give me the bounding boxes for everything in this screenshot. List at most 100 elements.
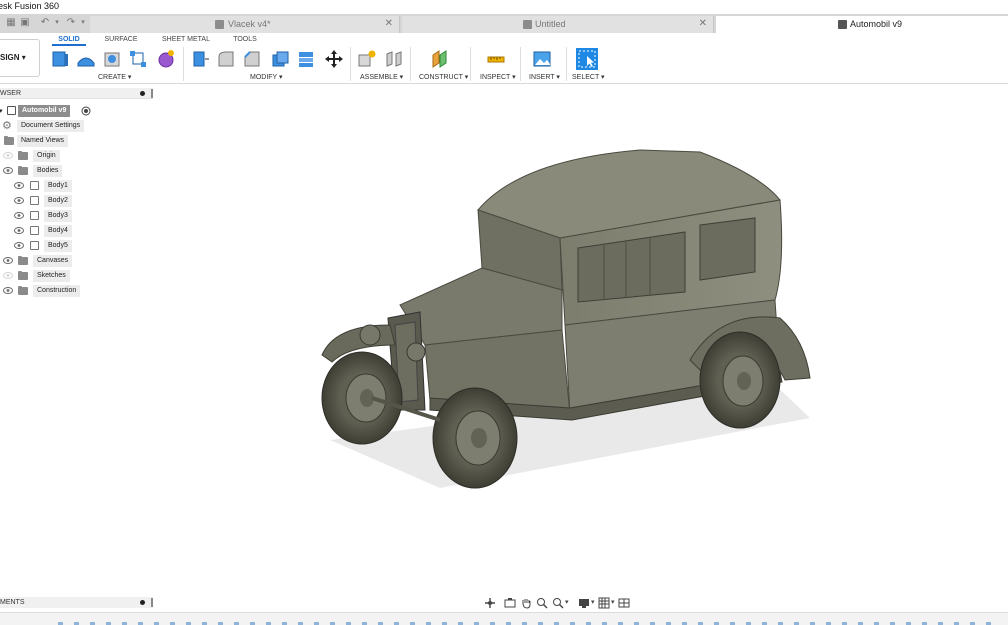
tree-item-origin[interactable]: Origin: [0, 150, 100, 162]
panel-pin-icon[interactable]: [151, 89, 153, 98]
body-icon: [30, 226, 39, 235]
insert-image-icon[interactable]: [532, 49, 552, 69]
activate-component-icon[interactable]: [81, 106, 91, 116]
tab-solid[interactable]: SOLID: [52, 34, 86, 46]
measure-icon[interactable]: [486, 49, 506, 69]
expand-arrow-icon[interactable]: ▾: [0, 107, 3, 115]
sketch-icon[interactable]: [128, 49, 148, 69]
move-icon[interactable]: [324, 49, 344, 69]
tree-label: Body4: [44, 225, 72, 237]
redo-dropdown-icon[interactable]: ▾: [76, 16, 90, 30]
tab-tools[interactable]: TOOLS: [228, 34, 262, 46]
panel-pin-icon[interactable]: [151, 598, 153, 607]
tree-label: Body3: [44, 210, 72, 222]
select-icon[interactable]: [576, 48, 598, 70]
chevron-down-icon[interactable]: ▾: [611, 598, 615, 606]
timeline[interactable]: [0, 612, 1008, 625]
construct-menu[interactable]: CONSTRUCT ▾: [419, 73, 468, 82]
offset-plane-icon[interactable]: [430, 49, 450, 69]
visibility-eye-icon[interactable]: [3, 257, 13, 264]
create-menu[interactable]: CREATE ▾: [98, 73, 131, 82]
component-icon: [7, 106, 16, 115]
visibility-eye-icon[interactable]: [3, 167, 13, 174]
viewports-icon[interactable]: [618, 597, 630, 609]
add-comment-icon[interactable]: [140, 600, 145, 605]
group-divider: [470, 47, 471, 81]
folder-icon: [18, 166, 28, 175]
canvas-viewport[interactable]: [155, 85, 1008, 595]
visibility-eye-icon[interactable]: [14, 197, 24, 204]
combine-icon[interactable]: [296, 49, 316, 69]
tree-item-document-settings[interactable]: ⚙ Document Settings: [0, 120, 100, 132]
joint-icon[interactable]: [384, 49, 404, 69]
display-settings-icon[interactable]: [578, 597, 590, 609]
visibility-eye-icon[interactable]: [14, 182, 24, 189]
tree-item-sketches[interactable]: Sketches: [0, 270, 100, 282]
tab-automobil[interactable]: Automobil v9: [716, 16, 1008, 33]
zoom-icon[interactable]: [552, 597, 564, 609]
orbit-icon[interactable]: [484, 597, 496, 609]
folder-icon: [4, 136, 14, 145]
revolve-icon[interactable]: [102, 49, 122, 69]
look-at-icon[interactable]: [504, 597, 516, 609]
chevron-down-icon[interactable]: ▾: [565, 598, 569, 606]
tab-untitled[interactable]: Untitled ✕: [402, 16, 714, 33]
tab-vlacek[interactable]: Vlacek v4* ✕: [90, 16, 400, 33]
close-icon[interactable]: ✕: [699, 16, 707, 32]
folder-icon: [18, 151, 28, 160]
app-title: esk Fusion 360: [0, 1, 60, 11]
insert-menu[interactable]: INSERT ▾: [529, 73, 560, 82]
tree-item-body[interactable]: Body2: [0, 195, 100, 207]
tab-sheet-metal[interactable]: SHEET METAL: [158, 34, 214, 46]
visibility-eye-icon[interactable]: [14, 242, 24, 249]
tree-item-named-views[interactable]: Named Views: [0, 135, 100, 147]
tree-item-body[interactable]: Body1: [0, 180, 100, 192]
tree-label: Body2: [44, 195, 72, 207]
shell-icon[interactable]: [270, 49, 290, 69]
tree-item-bodies[interactable]: Bodies: [0, 165, 100, 177]
tree-label: Body5: [44, 240, 72, 252]
new-component-assemble-icon[interactable]: [357, 49, 377, 69]
modify-menu[interactable]: MODIFY ▾: [250, 73, 283, 82]
grid-menu-icon[interactable]: ▦: [4, 16, 18, 30]
visibility-eye-icon[interactable]: [3, 287, 13, 294]
comments-panel-header[interactable]: MENTS: [0, 597, 153, 608]
form-icon[interactable]: [156, 49, 176, 69]
grid-settings-icon[interactable]: [598, 597, 610, 609]
press-pull-icon[interactable]: [190, 49, 210, 69]
design-file-icon: [215, 20, 224, 29]
fillet-icon[interactable]: [216, 49, 236, 69]
tree-item-construction[interactable]: Construction: [0, 285, 100, 297]
tree-item-canvases[interactable]: Canvases: [0, 255, 100, 267]
select-menu[interactable]: SELECT ▾: [572, 73, 605, 82]
new-component-icon[interactable]: [50, 49, 70, 69]
chevron-down-icon[interactable]: ▾: [591, 598, 595, 606]
tree-label: Bodies: [33, 165, 63, 177]
body-icon: [30, 241, 39, 250]
visibility-eye-icon[interactable]: [14, 227, 24, 234]
visibility-hidden-eye-icon[interactable]: [3, 272, 13, 279]
extrude-icon[interactable]: [76, 49, 96, 69]
visibility-eye-icon[interactable]: [14, 212, 24, 219]
workspace-switcher-button[interactable]: SIGN ▾: [0, 39, 40, 77]
document-tab-bar: ▦ ▣ ↶ ▾ ↷ ▾ Vlacek v4* ✕ Untitled ✕ Auto…: [0, 14, 1008, 33]
zoom-window-icon[interactable]: [536, 597, 548, 609]
tab-label: Automobil v9: [850, 19, 903, 29]
undo-dropdown-icon[interactable]: ▾: [50, 16, 64, 30]
chamfer-icon[interactable]: [242, 49, 262, 69]
close-icon[interactable]: ✕: [385, 16, 393, 32]
visibility-hidden-eye-icon[interactable]: [3, 152, 13, 159]
tree-item-body[interactable]: Body3: [0, 210, 100, 222]
assemble-menu[interactable]: ASSEMBLE ▾: [360, 73, 403, 82]
inspect-menu[interactable]: INSPECT ▾: [480, 73, 516, 82]
tree-label: Named Views: [17, 135, 69, 147]
tree-item-body[interactable]: Body5: [0, 240, 100, 252]
tree-root-node[interactable]: ▾ Automobil v9: [0, 105, 100, 117]
browser-panel-header[interactable]: WSER: [0, 88, 153, 99]
tree-item-body[interactable]: Body4: [0, 225, 100, 237]
pan-hand-icon[interactable]: [520, 597, 532, 609]
tab-surface[interactable]: SURFACE: [100, 34, 142, 46]
group-divider: [350, 47, 351, 81]
collapse-panel-icon[interactable]: [140, 91, 145, 96]
save-icon[interactable]: ▣: [18, 16, 32, 30]
